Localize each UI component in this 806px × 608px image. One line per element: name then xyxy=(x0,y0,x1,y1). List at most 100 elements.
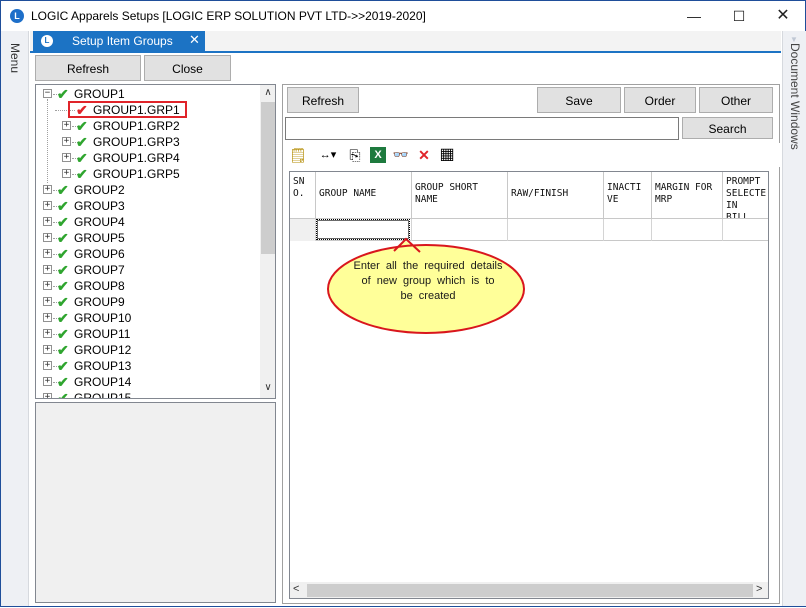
check-icon: ✔ xyxy=(57,214,69,230)
check-icon: ✔ xyxy=(57,326,69,342)
grid-cell[interactable] xyxy=(723,219,768,241)
grid-toolbar: 🗒 ↔▾ ⎘ X 👓 ✕ ▦ xyxy=(286,143,780,167)
scroll-down-icon[interactable]: ∨ xyxy=(260,382,275,393)
group-tree[interactable]: − ✔ GROUP1 ✔ GROUP1.GRP1 + ✔ GROUP1.GRP2 + ✔ GROUP… xyxy=(35,84,276,399)
tree-node[interactable]: + ✔ GROUP12 xyxy=(43,342,243,358)
tree-node[interactable]: + ✔ GROUP9 xyxy=(43,294,243,310)
check-icon: ✔ xyxy=(57,262,69,278)
search-input[interactable] xyxy=(285,117,679,140)
tree-node[interactable]: + ✔ GROUP6 xyxy=(43,246,243,262)
document-windows-label: Document Windows xyxy=(788,43,802,150)
expand-icon[interactable]: + xyxy=(43,313,52,322)
expand-icon[interactable]: + xyxy=(62,153,71,162)
tree-node[interactable]: + ✔ GROUP8 xyxy=(43,278,243,294)
tab-list-chevron-down-icon[interactable]: ▼ xyxy=(790,35,798,44)
document-windows-side-panel[interactable]: Document Windows xyxy=(782,31,806,606)
row-header-cell[interactable] xyxy=(290,219,316,241)
delete-icon[interactable]: ✕ xyxy=(415,146,433,164)
tab-close-icon[interactable]: ✕ xyxy=(189,32,200,48)
tree-node[interactable]: + ✔ GROUP7 xyxy=(43,262,243,278)
collapse-icon[interactable]: − xyxy=(43,89,52,98)
expand-icon[interactable]: + xyxy=(43,297,52,306)
scroll-thumb[interactable] xyxy=(261,102,275,254)
maximize-button[interactable]: ☐ xyxy=(719,1,759,31)
check-icon: ✔ xyxy=(76,134,88,150)
tree-node-label: GROUP15 xyxy=(74,391,132,399)
scroll-up-icon[interactable]: ∧ xyxy=(260,87,275,98)
check-icon: ✔ xyxy=(76,166,88,182)
expand-icon[interactable]: + xyxy=(43,233,52,242)
tree-node[interactable]: + ✔ GROUP1.GRP5 xyxy=(62,166,262,182)
close-window-button[interactable]: ✕ xyxy=(763,1,803,31)
search-button[interactable]: Search xyxy=(682,117,773,139)
excel-export-icon[interactable]: X xyxy=(370,147,386,163)
tree-node[interactable]: − ✔ GROUP1 xyxy=(43,86,243,102)
scroll-right-icon[interactable]: > xyxy=(756,583,762,595)
tree-node[interactable]: + ✔ GROUP1.GRP3 xyxy=(62,134,262,150)
expand-icon[interactable]: + xyxy=(62,137,71,146)
grid-cell[interactable] xyxy=(604,219,652,241)
tree-node[interactable]: + ✔ GROUP13 xyxy=(43,358,243,374)
tree-node[interactable]: + ✔ GROUP5 xyxy=(43,230,243,246)
expand-icon[interactable]: + xyxy=(43,249,52,258)
check-icon: ✔ xyxy=(57,358,69,374)
grid-cell[interactable] xyxy=(508,219,604,241)
grid-refresh-button[interactable]: Refresh xyxy=(287,87,359,113)
column-header[interactable]: GROUP SHORT NAME xyxy=(412,172,508,219)
minimize-button[interactable]: — xyxy=(674,1,714,31)
scroll-thumb[interactable] xyxy=(307,584,753,597)
binoculars-icon[interactable]: 👓 xyxy=(392,146,410,164)
grid-icon[interactable]: ▦ xyxy=(438,146,456,164)
check-icon: ✔ xyxy=(76,118,88,134)
copy-icon[interactable]: ⎘ xyxy=(346,146,364,164)
order-button[interactable]: Order xyxy=(624,87,696,113)
scroll-left-icon[interactable]: < xyxy=(293,583,299,595)
tree-node-label: GROUP9 xyxy=(74,295,125,309)
column-header[interactable]: MARGIN FOR MRP xyxy=(652,172,723,219)
menu-side-panel[interactable]: Menu xyxy=(1,31,29,606)
column-header[interactable]: RAW/FINISH xyxy=(508,172,604,219)
column-width-icon[interactable]: ↔▾ xyxy=(316,146,340,164)
expand-icon[interactable]: + xyxy=(43,217,52,226)
group-grid[interactable]: SN O. GROUP NAME GROUP SHORT NAME RAW/FINIS… xyxy=(289,171,769,599)
expand-icon[interactable]: + xyxy=(43,265,52,274)
note-icon[interactable]: 🗒 xyxy=(289,146,307,164)
expand-icon[interactable]: + xyxy=(43,201,52,210)
column-header[interactable]: INACTI VE xyxy=(604,172,652,219)
tab-setup-item-groups[interactable]: L Setup Item Groups ✕ xyxy=(33,31,205,51)
group-name-cell[interactable] xyxy=(316,219,410,240)
grid-cell[interactable] xyxy=(652,219,723,241)
expand-icon[interactable]: + xyxy=(62,121,71,130)
tree-node[interactable]: + ✔ GROUP4 xyxy=(43,214,243,230)
save-button[interactable]: Save xyxy=(537,87,621,113)
close-button[interactable]: Close xyxy=(144,55,231,81)
expand-icon[interactable]: + xyxy=(43,377,52,386)
tree-refresh-button[interactable]: Refresh xyxy=(35,55,141,81)
tree-node[interactable]: + ✔ GROUP1.GRP2 xyxy=(62,118,262,134)
tree-node-label: GROUP1.GRP4 xyxy=(93,151,180,165)
tree-node[interactable]: + ✔ GROUP3 xyxy=(43,198,243,214)
other-options-button[interactable]: Other Options xyxy=(699,87,773,132)
column-header[interactable]: PROMPT SELECTE IN BILL xyxy=(723,172,768,219)
grid-cell[interactable] xyxy=(412,219,508,241)
expand-icon[interactable]: + xyxy=(43,281,52,290)
tree-node[interactable]: + ✔ GROUP1.GRP4 xyxy=(62,150,262,166)
column-header[interactable]: GROUP NAME xyxy=(316,172,412,219)
tree-node[interactable]: + ✔ GROUP14 xyxy=(43,374,243,390)
expand-icon[interactable]: + xyxy=(43,329,52,338)
expand-icon[interactable]: + xyxy=(43,393,52,398)
horizontal-scrollbar[interactable]: < > xyxy=(290,582,768,598)
tree-node[interactable]: + ✔ GROUP15 xyxy=(43,390,243,399)
window-title: LOGIC Apparels Setups [LOGIC ERP SOLUTIO… xyxy=(31,9,426,23)
expand-icon[interactable]: + xyxy=(43,345,52,354)
expand-icon[interactable]: + xyxy=(43,185,52,194)
expand-icon[interactable]: + xyxy=(62,169,71,178)
column-header[interactable]: SN O. xyxy=(290,172,316,219)
tree-node[interactable]: + ✔ GROUP10 xyxy=(43,310,243,326)
expand-icon[interactable]: + xyxy=(43,361,52,370)
vertical-scrollbar[interactable]: ∧ ∨ xyxy=(260,85,275,398)
tree-node[interactable]: + ✔ GROUP11 xyxy=(43,326,243,342)
tree-node-label: GROUP12 xyxy=(74,343,132,357)
tree-node[interactable]: + ✔ GROUP2 xyxy=(43,182,243,198)
tab-underline xyxy=(30,51,781,53)
